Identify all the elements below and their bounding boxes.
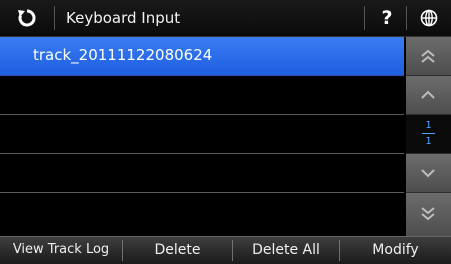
- current-page: 1: [425, 120, 432, 131]
- list-item[interactable]: [0, 115, 404, 154]
- globe-icon: [420, 9, 438, 27]
- action-bar: View Track Log Delete Delete All Modify: [0, 236, 451, 264]
- list-item[interactable]: [0, 154, 404, 193]
- delete-button[interactable]: Delete: [123, 237, 232, 264]
- circular-arrow-icon: [18, 9, 36, 27]
- language-button[interactable]: [410, 4, 446, 32]
- list-item[interactable]: track_20111122080624: [0, 37, 404, 76]
- list-scroller: 1 1: [406, 37, 451, 236]
- delete-all-button[interactable]: Delete All: [233, 237, 339, 264]
- title-bar: Keyboard Input ?: [0, 0, 451, 37]
- list-item[interactable]: [0, 193, 404, 235]
- chevron-up-icon: [421, 90, 435, 99]
- page-up-button[interactable]: [406, 76, 451, 115]
- list-item-label: track_20111122080624: [33, 46, 213, 64]
- double-chevron-down-icon: [421, 207, 435, 221]
- page-indicator: 1 1: [406, 115, 451, 154]
- page-divider: [422, 133, 435, 134]
- total-pages: 1: [425, 136, 432, 147]
- page-down-button[interactable]: [406, 154, 451, 193]
- double-chevron-up-icon: [421, 49, 435, 63]
- page-top-button[interactable]: [406, 37, 451, 76]
- back-button[interactable]: [6, 4, 50, 32]
- header-divider: [54, 6, 55, 30]
- header-divider: [406, 6, 407, 30]
- screen: Keyboard Input ? track_20111122080624 1 …: [0, 0, 451, 264]
- page-title: Keyboard Input: [66, 9, 181, 27]
- track-log-list: track_20111122080624: [0, 37, 404, 236]
- modify-button[interactable]: Modify: [340, 237, 451, 264]
- page-bottom-button[interactable]: [406, 193, 451, 236]
- help-button[interactable]: ?: [370, 4, 404, 32]
- list-item[interactable]: [0, 76, 404, 115]
- header-divider: [364, 6, 365, 30]
- chevron-down-icon: [421, 169, 435, 178]
- view-track-log-button[interactable]: View Track Log: [0, 237, 122, 264]
- question-mark-icon: ?: [381, 7, 393, 29]
